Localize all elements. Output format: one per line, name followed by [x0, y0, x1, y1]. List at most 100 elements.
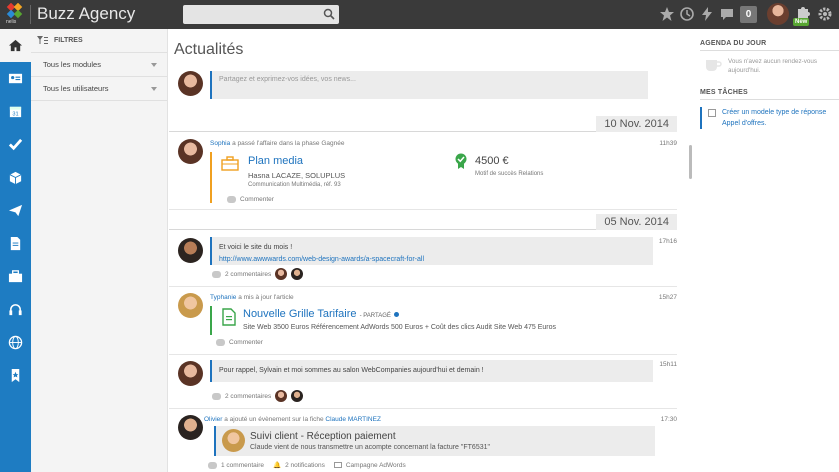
svg-text:31: 31 — [12, 112, 18, 118]
message-link[interactable]: http://www.awwwards.com/web-design-award… — [219, 256, 424, 263]
comments-count[interactable]: 1 commentaire — [221, 462, 264, 469]
filters-header[interactable]: FILTRES — [31, 29, 167, 53]
news-feed: Actualités Partagez et exprimez-vos idée… — [169, 29, 689, 472]
app-title: Buzz Agency — [37, 4, 136, 23]
article-title[interactable]: Nouvelle Grille Tarifaire — [243, 308, 357, 320]
date-separator: 10 Nov. 2014 — [169, 116, 677, 132]
contact-link[interactable]: Claude MARTINEZ — [325, 416, 381, 423]
author-link[interactable]: Olivier — [204, 416, 222, 423]
avatar[interactable] — [291, 390, 304, 402]
bell-icon: 🔔 — [273, 462, 282, 469]
avatar[interactable] — [222, 429, 245, 452]
article-card[interactable]: Nouvelle Grille Tarifaire - PARTAGÉ Site… — [210, 306, 650, 335]
task-checkbox[interactable] — [708, 109, 716, 117]
action-text: a mis à jour l'article — [238, 294, 294, 301]
comments-link[interactable]: 2 commentaires — [212, 390, 304, 402]
author-link[interactable]: Typhanie — [210, 294, 236, 301]
avatar[interactable] — [178, 71, 203, 96]
rail-support[interactable] — [0, 293, 31, 326]
comments-link[interactable]: 2 commentaires — [212, 268, 304, 280]
filter-modules[interactable]: Tous les modules — [31, 53, 167, 77]
filter-users-label: Tous les utilisateurs — [43, 84, 109, 93]
timestamp: 11h39 — [659, 140, 677, 147]
avatar[interactable] — [275, 390, 288, 402]
feed-item: Pour rappel, Sylvain et moi sommes au sa… — [169, 355, 677, 409]
avatar[interactable] — [275, 268, 288, 280]
check-icon — [8, 138, 23, 151]
calendar-icon: 31 — [9, 106, 22, 118]
search-icon[interactable] — [323, 8, 335, 20]
avatar[interactable] — [178, 361, 203, 386]
deal-card[interactable]: Plan media Hasna LACAZE, SOLUPLUS Commun… — [210, 152, 650, 203]
avatar[interactable] — [178, 139, 203, 164]
document-icon — [10, 236, 21, 251]
feed-item-meta: Typhanie a mis à jour l'article — [210, 294, 294, 301]
event-card[interactable]: Suivi client - Réception paiement Claude… — [214, 426, 655, 456]
task-link[interactable]: Créer un modele type de réponse Appel d'… — [722, 107, 839, 129]
deal-title[interactable]: Plan media — [248, 155, 303, 167]
comment-label: Commenter — [240, 196, 274, 203]
history-icon[interactable] — [679, 6, 695, 22]
bookmark-icon — [11, 368, 20, 383]
feed-item: Sophia a passé l'affaire dans la phase G… — [169, 133, 677, 210]
feed-scrollbar[interactable] — [689, 145, 692, 179]
chat-icon[interactable] — [719, 6, 735, 22]
briefcase-icon — [8, 270, 23, 283]
avatar[interactable] — [291, 268, 304, 280]
rail-home[interactable] — [0, 29, 31, 62]
gear-icon[interactable] — [817, 6, 833, 22]
chevron-down-icon — [151, 62, 157, 67]
comment-icon — [212, 392, 221, 400]
comment-link[interactable]: Commenter — [216, 339, 263, 346]
user-avatar[interactable] — [767, 3, 789, 25]
rail-web[interactable] — [0, 326, 31, 359]
timestamp: 17h16 — [658, 238, 677, 245]
headset-icon — [9, 304, 22, 316]
coffee-cup-icon — [706, 60, 722, 71]
feed-item-meta: Sophia a passé l'affaire dans la phase G… — [210, 140, 345, 147]
star-icon[interactable] — [659, 6, 675, 22]
feed-item: Olivier a ajouté un évènement sur la fic… — [169, 409, 677, 472]
agenda-empty-state: Vous n'avez aucun rendez-vous aujourd'hu… — [700, 51, 839, 81]
nelis-logo[interactable]: nelis — [6, 2, 24, 26]
deal-win-reason: Motif de succès Relations — [475, 171, 544, 177]
rail-campaigns[interactable] — [0, 194, 31, 227]
right-sidebar: AGENDA DU JOUR Vous n'avez aucun rendez-… — [700, 29, 839, 472]
new-badge: New — [793, 18, 810, 26]
rail-calendar[interactable]: 31 — [0, 95, 31, 128]
deal-amount: 4500 € — [475, 155, 509, 167]
timestamp: 15h27 — [658, 294, 677, 301]
message-text: Et voici le site du mois ! — [219, 244, 293, 251]
filter-icon — [37, 36, 48, 44]
post-composer-input[interactable]: Partagez et exprimez-vos idées, vos news… — [210, 71, 648, 99]
feed-item: Et voici le site du mois ! http://www.aw… — [169, 232, 677, 287]
comment-icon — [212, 270, 221, 278]
rail-contacts[interactable] — [0, 62, 31, 95]
rail-bookmarks[interactable] — [0, 359, 31, 392]
article-title-row: Nouvelle Grille Tarifaire - PARTAGÉ — [243, 308, 399, 320]
module-rail: 31 — [0, 29, 31, 472]
logo-text: nelis — [6, 19, 17, 25]
notification-count-badge[interactable]: 0 — [740, 6, 757, 23]
envelope-icon — [333, 462, 342, 468]
action-text: a ajouté un évènement sur la fiche — [224, 416, 324, 423]
bolt-icon[interactable] — [699, 6, 715, 22]
comment-link[interactable]: Commenter — [227, 196, 274, 203]
avatar[interactable] — [178, 293, 203, 318]
rail-products[interactable] — [0, 161, 31, 194]
rail-tasks[interactable] — [0, 128, 31, 161]
contact-card-icon — [8, 73, 23, 84]
filter-users[interactable]: Tous les utilisateurs — [31, 77, 167, 101]
rail-documents[interactable] — [0, 227, 31, 260]
avatar[interactable] — [178, 415, 203, 440]
notifications-count[interactable]: 2 notifications — [285, 462, 325, 469]
search-input[interactable] — [183, 5, 339, 24]
message-bubble: Pour rappel, Sylvain et moi sommes au sa… — [210, 360, 653, 382]
rail-deals[interactable] — [0, 260, 31, 293]
title-divider — [30, 5, 31, 24]
comment-icon — [227, 196, 236, 203]
author-link[interactable]: Sophia — [210, 140, 230, 147]
event-title[interactable]: Suivi client - Réception paiement — [250, 431, 648, 443]
campaign-link[interactable]: Campagne AdWords — [346, 462, 406, 469]
avatar[interactable] — [178, 238, 203, 263]
